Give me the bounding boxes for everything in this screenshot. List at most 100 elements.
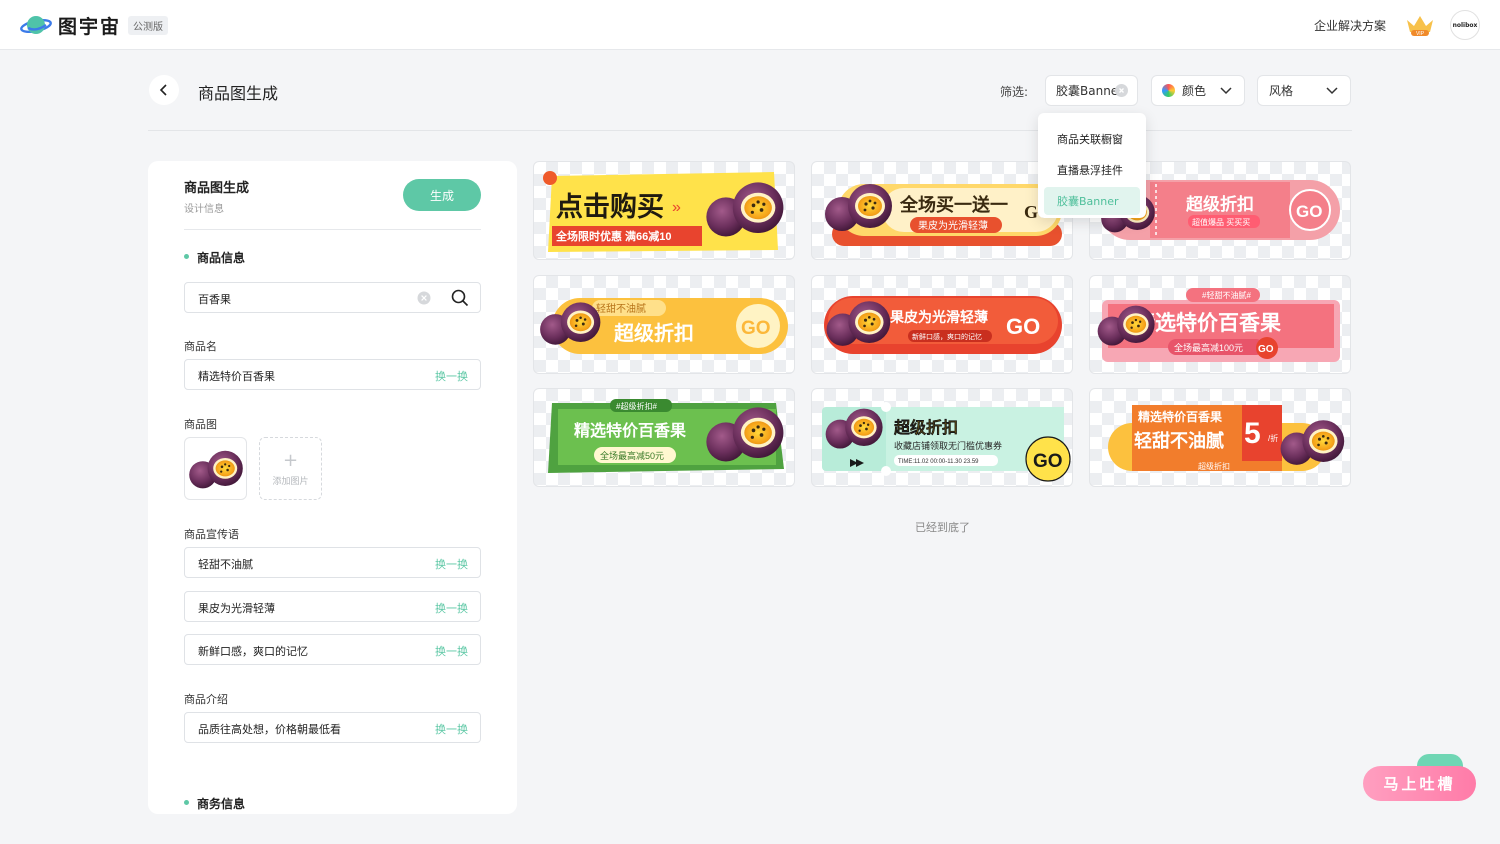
- type-filter-value: 胶囊Banner: [1056, 84, 1124, 98]
- passion-fruit-image: [189, 450, 243, 489]
- banner-preview: #轻甜不油腻# 精选特价百香果 全场最高减100元 GO: [1097, 288, 1340, 362]
- banner-subtitle: 收藏店铺领取无门槛优惠券: [894, 440, 1002, 451]
- style-filter-label: 风格: [1269, 84, 1294, 98]
- search-icon[interactable]: [451, 289, 469, 307]
- vip-crown-icon[interactable]: VIP: [1404, 12, 1436, 38]
- product-image-label: 商品图: [184, 418, 217, 431]
- banner-subtitle: 全场最高减50元: [600, 450, 664, 461]
- intro-label: 商品介绍: [184, 693, 228, 706]
- banner-subtitle: 超级折扣: [1198, 461, 1230, 471]
- swap-slogan-button[interactable]: 换一换: [435, 600, 468, 616]
- style-filter-select[interactable]: 风格: [1257, 75, 1351, 106]
- banner-card[interactable]: 超级折扣 收藏店铺领取无门槛优惠券 TIME:11.02 00:00-11.30…: [811, 388, 1073, 487]
- svg-text:VIP: VIP: [1416, 31, 1425, 37]
- color-filter-select[interactable]: 颜色: [1151, 75, 1245, 106]
- dropdown-option-selected[interactable]: 胶囊Banner: [1044, 187, 1140, 215]
- planet-logo-icon[interactable]: [20, 12, 52, 38]
- banner-title: 超级折扣: [893, 418, 958, 437]
- banner-go: GO: [741, 318, 771, 339]
- banner-card[interactable]: #轻甜不油腻# 精选特价百香果 全场最高减100元 GO: [1089, 275, 1351, 374]
- banner-title: 精选特价百香果: [1134, 311, 1281, 335]
- swap-intro-button[interactable]: 换一换: [435, 721, 468, 737]
- banner-card[interactable]: 轻甜不油腻 超级折扣 GO: [533, 275, 795, 374]
- banner-title: 精选特价百香果: [1138, 409, 1222, 424]
- panel-subtitle: 设计信息: [184, 204, 224, 215]
- panel-title: 商品图生成: [184, 181, 250, 196]
- product-image-thumbnail[interactable]: [184, 437, 247, 500]
- banner-title: 精选特价百香果: [574, 421, 686, 440]
- panel-divider: [184, 229, 481, 230]
- dropdown-option[interactable]: 商品关联橱窗: [1044, 125, 1140, 153]
- banner-card[interactable]: 点击购买 » 全场限时优惠 满66减10: [533, 161, 795, 260]
- user-avatar[interactable]: nolibox: [1450, 10, 1480, 40]
- banner-unit: /折: [1268, 433, 1278, 443]
- type-filter-select[interactable]: 胶囊Banner: [1045, 75, 1138, 106]
- banner-title: 全场买一送一: [899, 194, 1008, 215]
- product-name-value: 精选特价百香果: [198, 370, 275, 383]
- slogan-label: 商品宣传语: [184, 528, 239, 541]
- clear-filter-icon[interactable]: [1115, 84, 1128, 97]
- chevron-down-icon: [1220, 87, 1232, 95]
- banner-subtitle: 全场最高减100元: [1174, 342, 1243, 353]
- product-search-input[interactable]: 百香果: [184, 282, 481, 313]
- top-bar: 图宇宙 公测版 企业解决方案 VIP nolibox: [0, 0, 1500, 50]
- intro-field[interactable]: 品质往高处想，价格朝最低看 换一换: [184, 712, 481, 743]
- color-wheel-icon: [1162, 84, 1175, 97]
- generate-button[interactable]: 生成: [403, 179, 481, 211]
- banner-subtitle: 超值爆品 买买买: [1192, 217, 1250, 227]
- dropdown-option[interactable]: 直播悬浮挂件: [1044, 156, 1140, 184]
- chevron-left-icon: [159, 84, 167, 96]
- banner-title-2: 轻甜不油腻: [1134, 430, 1224, 451]
- banner-tag: 轻甜不油腻: [596, 302, 646, 315]
- banner-preview: #超级折扣# 精选特价百香果 全场最高减50元: [548, 399, 784, 473]
- banner-big-number: 5: [1244, 417, 1261, 450]
- slogan-field-1[interactable]: 轻甜不油腻 换一换: [184, 547, 481, 578]
- swap-slogan-button[interactable]: 换一换: [435, 556, 468, 572]
- slogan-value: 果皮为光滑轻薄: [198, 602, 275, 615]
- business-info-heading: 商务信息: [197, 797, 246, 811]
- banner-preview: 全场买一送一 果皮为光滑轻薄 GO: [825, 184, 1062, 246]
- filter-label: 筛选:: [1000, 85, 1029, 99]
- add-image-button[interactable]: + 添加图片: [259, 437, 322, 500]
- plus-icon: +: [282, 450, 299, 471]
- slogan-value: 新鲜口感，爽口的记忆: [198, 645, 308, 658]
- banner-card[interactable]: 精选特价百香果 轻甜不油腻 5 /折 超级折扣: [1089, 388, 1351, 487]
- banner-tag: #轻甜不油腻#: [1202, 290, 1251, 300]
- header-divider: [148, 130, 1352, 131]
- banner-preview: 轻甜不油腻 超级折扣 GO: [540, 298, 788, 354]
- banner-subtitle: 果皮为光滑轻薄: [918, 219, 988, 232]
- banner-preview: 超级折扣 收藏店铺领取无门槛优惠券 TIME:11.02 00:00-11.30…: [822, 402, 1071, 482]
- add-image-label: 添加图片: [272, 477, 309, 487]
- banner-title: 超级折扣: [1186, 194, 1254, 214]
- banner-title: 超级折扣: [613, 321, 694, 345]
- clear-input-icon[interactable]: [417, 291, 431, 305]
- end-of-list-note: 已经到底了: [915, 521, 970, 534]
- svg-text:»: »: [672, 199, 681, 216]
- brand-name[interactable]: 图宇宙: [58, 12, 121, 39]
- banner-title: 果皮为光滑轻薄: [889, 309, 988, 325]
- product-name-field[interactable]: 精选特价百香果 换一换: [184, 359, 481, 390]
- swap-name-button[interactable]: 换一换: [435, 368, 468, 384]
- banner-subtitle: 新鲜口感，爽口的记忆: [912, 332, 982, 341]
- type-filter-dropdown: 商品关联橱窗 直播悬浮挂件 胶囊Banner: [1038, 113, 1146, 218]
- banner-subtitle: 全场限时优惠 满66减10: [555, 229, 672, 243]
- banner-card[interactable]: #超级折扣# 精选特价百香果 全场最高减50元: [533, 388, 795, 487]
- swap-slogan-button[interactable]: 换一换: [435, 643, 468, 659]
- slogan-field-3[interactable]: 新鲜口感，爽口的记忆 换一换: [184, 634, 481, 665]
- beta-badge: 公测版: [128, 16, 168, 35]
- banner-go: GO: [1258, 344, 1274, 355]
- banner-card[interactable]: 全场买一送一 果皮为光滑轻薄 GO: [811, 161, 1073, 260]
- banner-tag: #超级折扣#: [616, 401, 657, 411]
- banner-preview: 点击购买 » 全场限时优惠 满66减10: [543, 171, 784, 252]
- slogan-field-2[interactable]: 果皮为光滑轻薄 换一换: [184, 591, 481, 622]
- banner-title: 点击购买: [556, 192, 664, 222]
- enterprise-solutions-link[interactable]: 企业解决方案: [1314, 17, 1386, 34]
- search-value: 百香果: [198, 293, 231, 306]
- back-button[interactable]: [149, 75, 179, 105]
- section-dot: [184, 254, 189, 259]
- design-info-panel: 商品图生成 设计信息 生成 商品信息 百香果 商品名 精选特价百香果 换一换 商…: [148, 161, 517, 814]
- color-filter-label: 颜色: [1182, 84, 1207, 98]
- banner-card[interactable]: 果皮为光滑轻薄 新鲜口感，爽口的记忆 GO: [811, 275, 1073, 374]
- feedback-button[interactable]: 马上吐槽: [1363, 766, 1476, 801]
- banner-go: GO: [1296, 202, 1322, 221]
